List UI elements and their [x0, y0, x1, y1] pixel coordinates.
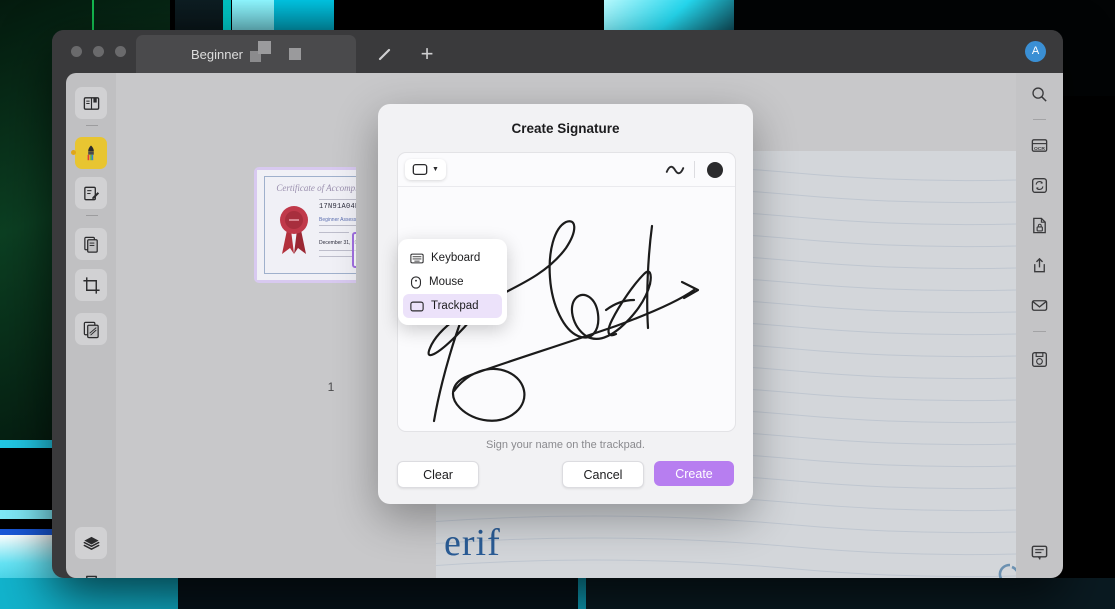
signature-hint: Sign your name on the trackpad.: [486, 439, 645, 451]
sidebar-item-crop[interactable]: [75, 269, 107, 301]
thumbnail-panel: Certificate of Accomplishment 17N91A04H4…: [116, 73, 408, 578]
create-signature-dialog: Create Signature ▼ Keyboard Mouse Trackp…: [378, 104, 753, 504]
window-titlebar: Beginner + A: [52, 30, 1063, 73]
tab-strip: Beginner +: [136, 35, 1063, 73]
menu-item-label: Trackpad: [431, 300, 479, 312]
document-verify-text: erif: [444, 522, 501, 564]
sidebar-item-thumbnails[interactable]: [75, 87, 107, 119]
rail-divider: [1033, 331, 1046, 332]
tab-thumb-icon: [250, 41, 276, 63]
rail-divider: [86, 215, 98, 216]
chevron-down-icon: ▼: [432, 166, 439, 173]
wallpaper-band: [586, 578, 1115, 609]
protect-icon[interactable]: [1024, 210, 1055, 241]
dialog-actions: Cancel Create: [562, 461, 734, 488]
keyboard-icon: [410, 253, 424, 263]
avatar[interactable]: A: [1025, 41, 1046, 62]
cancel-button[interactable]: Cancel: [562, 461, 644, 488]
menu-item-label: Keyboard: [431, 252, 481, 264]
color-swatch: [707, 161, 723, 178]
menu-item-label: Mouse: [429, 276, 464, 288]
svg-text:OCR: OCR: [1034, 146, 1045, 152]
left-toolbar-rail: [66, 73, 116, 578]
create-button[interactable]: Create: [654, 461, 734, 486]
active-indicator-dot: [71, 150, 76, 155]
input-source-menu: Keyboard Mouse Trackpad: [398, 239, 507, 325]
wallpaper-band: [178, 578, 578, 609]
sidebar-item-pages[interactable]: [75, 228, 107, 260]
ribbon-icon: [280, 206, 308, 254]
rail-divider: [1033, 119, 1046, 120]
right-toolbar-rail: OCR: [1016, 73, 1063, 578]
window-maximize-button[interactable]: [115, 46, 126, 57]
clear-button[interactable]: Clear: [397, 461, 479, 488]
sidebar-item-bookmark[interactable]: [75, 567, 107, 578]
tab-beginner[interactable]: Beginner: [136, 35, 356, 73]
trackpad-icon: [412, 163, 428, 176]
ocr-icon[interactable]: OCR: [1024, 130, 1055, 161]
color-picker-button[interactable]: [695, 161, 735, 178]
menu-item-mouse[interactable]: Mouse: [403, 270, 502, 294]
signature-toolbar: ▼: [398, 153, 735, 187]
flourish-ornament: [998, 563, 1016, 578]
tab-thumb-icon-2: [289, 48, 302, 60]
menu-item-keyboard[interactable]: Keyboard: [403, 246, 502, 270]
menu-item-trackpad[interactable]: Trackpad: [403, 294, 502, 318]
new-tab-button[interactable]: +: [414, 41, 440, 67]
sidebar-item-highlighter[interactable]: [71, 137, 107, 169]
toolbar-right-group: [656, 161, 735, 178]
mail-icon[interactable]: [1024, 290, 1055, 321]
convert-icon[interactable]: [1024, 170, 1055, 201]
share-icon[interactable]: [1024, 250, 1055, 281]
search-icon[interactable]: [1024, 79, 1055, 110]
signature-panel: ▼ Keyboard Mouse Trackpad: [397, 152, 736, 432]
input-source-dropdown[interactable]: ▼: [405, 159, 446, 180]
window-close-button[interactable]: [71, 46, 82, 57]
trackpad-icon: [410, 301, 424, 311]
mouse-icon: [410, 275, 422, 289]
sidebar-item-layers[interactable]: [75, 527, 107, 559]
dialog-title: Create Signature: [511, 121, 620, 136]
rail-divider: [86, 125, 98, 126]
sidebar-item-annotate[interactable]: [75, 177, 107, 209]
stroke-style-button[interactable]: [656, 163, 694, 177]
comment-panel-icon[interactable]: [1024, 537, 1055, 568]
tab-label: Beginner: [190, 46, 244, 62]
sidebar-item-organize[interactable]: [75, 313, 107, 345]
archive-icon[interactable]: [1024, 344, 1055, 375]
edit-pencil-icon[interactable]: [374, 44, 396, 66]
window-minimize-button[interactable]: [93, 46, 104, 57]
